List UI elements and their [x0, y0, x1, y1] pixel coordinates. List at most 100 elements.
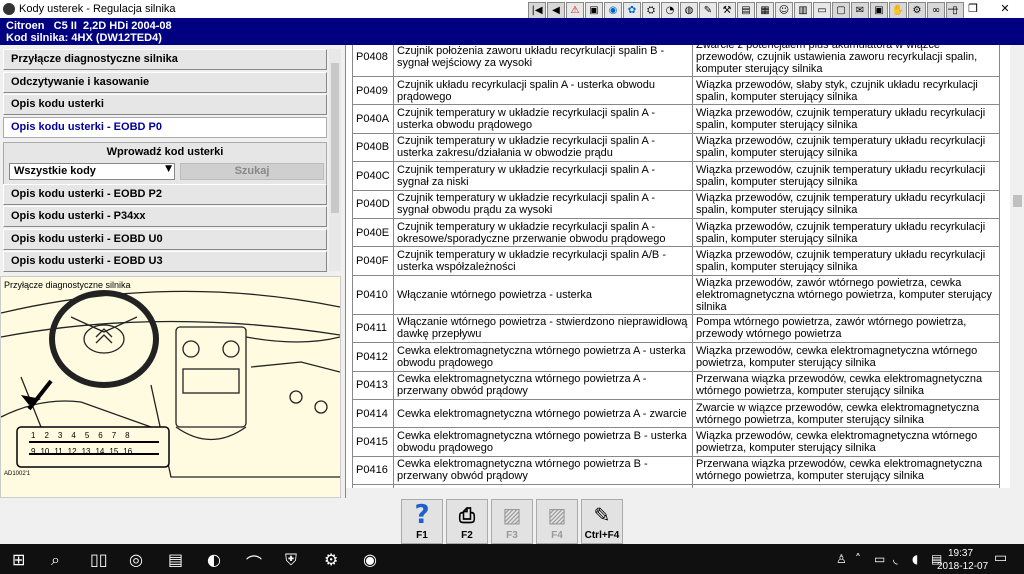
- code-filter-select[interactable]: Wszystkie kody ▼: [9, 163, 175, 180]
- fault-description-cell: Włączanie wtórnego powietrza - usterka: [393, 274, 693, 315]
- security-icon[interactable]: ⛨: [285, 550, 297, 570]
- table-row[interactable]: P040A Czujnik temperatury w układzie recy…: [352, 104, 1000, 134]
- task-view-icon[interactable]: ▯▯: [90, 550, 108, 569]
- table-row[interactable]: P0415 Cewka elektromagnetyczna wtórnego p…: [352, 427, 1000, 457]
- menu-item-diagnostic-connector[interactable]: Przyłącze diagnostyczne silnika: [3, 49, 327, 70]
- fault-code-cell: P0414: [352, 398, 394, 429]
- f2-button[interactable]: ⎙ F2: [446, 499, 488, 544]
- connector-pin-label: 11: [54, 447, 63, 456]
- tool-icon[interactable]: ⚒: [718, 2, 736, 19]
- fkey-label: Ctrl+F4: [584, 530, 620, 541]
- f4-button[interactable]: ▨ F4: [536, 499, 578, 544]
- table-row[interactable]: P0410 Włączanie wtórnego powietrza - uste…: [352, 274, 1000, 315]
- screen-icon[interactable]: ▣: [585, 2, 603, 19]
- car-icon[interactable]: ⛭: [642, 2, 660, 19]
- table-row[interactable]: P0416 Cewka elektromagnetyczna wtórnego p…: [352, 455, 1000, 486]
- table-scrollbar-thumb[interactable]: [1013, 195, 1022, 207]
- engine-icon[interactable]: ⚙: [908, 2, 926, 19]
- code-entry-title: Wprowadź kod usterki: [106, 146, 224, 158]
- menu-scrollbar-thumb[interactable]: [331, 63, 339, 213]
- table-row[interactable]: P0408 Czujnik położenia zaworu układu rec…: [352, 45, 1000, 77]
- menu-item-eobd-p2[interactable]: Opis kodu usterki - EOBD P2: [3, 184, 327, 205]
- fault-description-cell: Cewka elektromagnetyczna wtórnego powiet…: [393, 398, 693, 429]
- fault-description-cell: Włączanie wtórnego powietrza - stwierdzo…: [393, 313, 693, 344]
- face-icon[interactable]: ☺: [775, 2, 793, 19]
- fault-cause-cell: Wiązka przewodów, czujnik temperatury uk…: [692, 217, 1000, 248]
- autodata-icon[interactable]: ◉: [363, 550, 377, 569]
- function-keys: ? F1 ⎙ F2 ▨ F3 ▨ F4 ✎ Ctrl+F4: [401, 499, 623, 544]
- volume-icon[interactable]: ◖: [912, 552, 918, 566]
- people-icon[interactable]: ♙: [836, 552, 847, 566]
- search-button[interactable]: Szukaj: [180, 163, 324, 180]
- list-icon[interactable]: ▭: [813, 2, 831, 19]
- search-icon[interactable]: ⌕: [51, 550, 60, 570]
- menu-item-eobd-p0[interactable]: Opis kodu usterki - EOBD P0: [3, 117, 327, 138]
- table-row[interactable]: P040E Czujnik temperatury w układzie recy…: [352, 217, 1000, 248]
- table-row[interactable]: P0414 Cewka elektromagnetyczna wtórnego p…: [352, 398, 1000, 429]
- close-button[interactable]: ✕: [990, 0, 1020, 18]
- table-row[interactable]: P040D Czujnik temperatury w układzie recy…: [352, 189, 1000, 219]
- menu-item-eobd-u3[interactable]: Opis kodu usterki - EOBD U3: [3, 251, 327, 272]
- notifications-icon[interactable]: ▭: [994, 550, 1007, 566]
- ctrl-f4-button[interactable]: ✎ Ctrl+F4: [581, 499, 623, 544]
- file-explorer-icon[interactable]: ▤: [168, 550, 183, 569]
- fault-description-cell: Czujnik temperatury w układzie recyrkula…: [393, 246, 693, 276]
- table-row[interactable]: P0413 Cewka elektromagnetyczna wtórnego p…: [352, 370, 1000, 400]
- menu-scrollbar[interactable]: [329, 49, 341, 271]
- table-row[interactable]: P040B Czujnik temperatury w układzie recy…: [352, 132, 1000, 163]
- table-row[interactable]: P0411 Włączanie wtórnego powietrza - stwi…: [352, 313, 1000, 344]
- chip-icon[interactable]: ▣: [870, 2, 888, 19]
- taskbar: ⊞ ⌕ ▯▯ ◎ ▤ ◐ ⌒ ⛨ ⚙ ◉ ♙ ˄ ▭ ◟ ◖ ▤ 19:37 2018-12-07 ▭: [0, 544, 1024, 574]
- menu-item-p34xx[interactable]: Opis kodu usterki - P34xx: [3, 206, 327, 227]
- clock-date[interactable]: 2018-12-07: [937, 561, 988, 572]
- disk-icon[interactable]: ▦: [756, 2, 774, 19]
- table-row[interactable]: P040C Czujnik temperatury w układzie recy…: [352, 161, 1000, 191]
- settings-icon[interactable]: ⚙: [324, 550, 338, 569]
- menu-item-read-clear[interactable]: Odczytywanie i kasowanie: [3, 72, 327, 93]
- f3-button[interactable]: ▨ F3: [491, 499, 533, 544]
- fault-code-cell: P0416: [352, 455, 394, 486]
- document-icon[interactable]: ▤: [737, 2, 755, 19]
- fault-cause-cell: Wiązka przewodów, cewka elektromagnetycz…: [692, 342, 1000, 372]
- connector-pin-label: 10: [40, 447, 50, 456]
- gauge-icon[interactable]: ◔: [661, 2, 679, 19]
- connector-pin-label: 5: [84, 431, 90, 440]
- table-row[interactable]: P0409 Czujnik układu recyrkulacji spalin …: [352, 75, 1000, 106]
- gallery-icon: ▨: [502, 503, 522, 527]
- paint-icon[interactable]: ◐: [207, 550, 221, 569]
- first-page-icon[interactable]: |◀: [528, 2, 546, 19]
- fault-cause-cell: Wiązka przewodów, zawór wtórnego powietr…: [692, 274, 1000, 315]
- connector-pin-label: 6: [98, 431, 103, 440]
- connector-pins-bottom: 9 10 11 12 13 14 15 16: [31, 447, 132, 456]
- world-icon[interactable]: ◉: [604, 2, 622, 19]
- chrome-icon[interactable]: ◎: [129, 550, 143, 569]
- battery-icon[interactable]: ▭: [874, 552, 885, 566]
- contact-icon[interactable]: ✉: [851, 2, 869, 19]
- table-row[interactable]: P040F Czujnik temperatury w układzie recy…: [352, 246, 1000, 276]
- clock-time[interactable]: 19:37: [948, 548, 973, 559]
- gear-icon[interactable]: ✿: [623, 2, 641, 19]
- chart-icon[interactable]: ◍: [680, 2, 698, 19]
- restore-button[interactable]: ❐: [958, 0, 988, 18]
- connector-pin-label: 4: [71, 431, 76, 440]
- menu-item-eobd-u0[interactable]: Opis kodu usterki - EOBD U0: [3, 229, 327, 250]
- wrench-icon[interactable]: ✎: [699, 2, 717, 19]
- start-icon[interactable]: ⊞: [12, 550, 25, 569]
- fault-description-cell: Czujnik temperatury w układzie recyrkula…: [393, 161, 693, 191]
- fault-description-cell: Czujnik temperatury w układzie recyrkula…: [393, 217, 693, 248]
- table-row[interactable]: P0412 Cewka elektromagnetyczna wtórnego p…: [352, 342, 1000, 372]
- camera-icon[interactable]: ▥: [794, 2, 812, 19]
- prev-page-icon[interactable]: ◀: [547, 2, 565, 19]
- table-scrollbar[interactable]: [1011, 45, 1024, 498]
- photos-icon[interactable]: ⌒: [246, 550, 262, 574]
- lock-icon[interactable]: ✋: [889, 2, 907, 19]
- warning-icon[interactable]: ⚠: [566, 2, 584, 19]
- fault-code-cell: P0408: [352, 45, 394, 77]
- f1-button[interactable]: ? F1: [401, 499, 443, 544]
- menu-item-fault-description[interactable]: Opis kodu usterki: [3, 94, 327, 115]
- folder-icon[interactable]: ▢: [832, 2, 850, 19]
- show-hidden-icon[interactable]: ˄: [855, 552, 861, 566]
- fault-cause-cell: Wiązka przewodów, czujnik temperatury uk…: [692, 246, 1000, 276]
- wifi-icon[interactable]: ◟: [893, 552, 898, 566]
- table-horizontal-scrollbar[interactable]: [346, 488, 1010, 498]
